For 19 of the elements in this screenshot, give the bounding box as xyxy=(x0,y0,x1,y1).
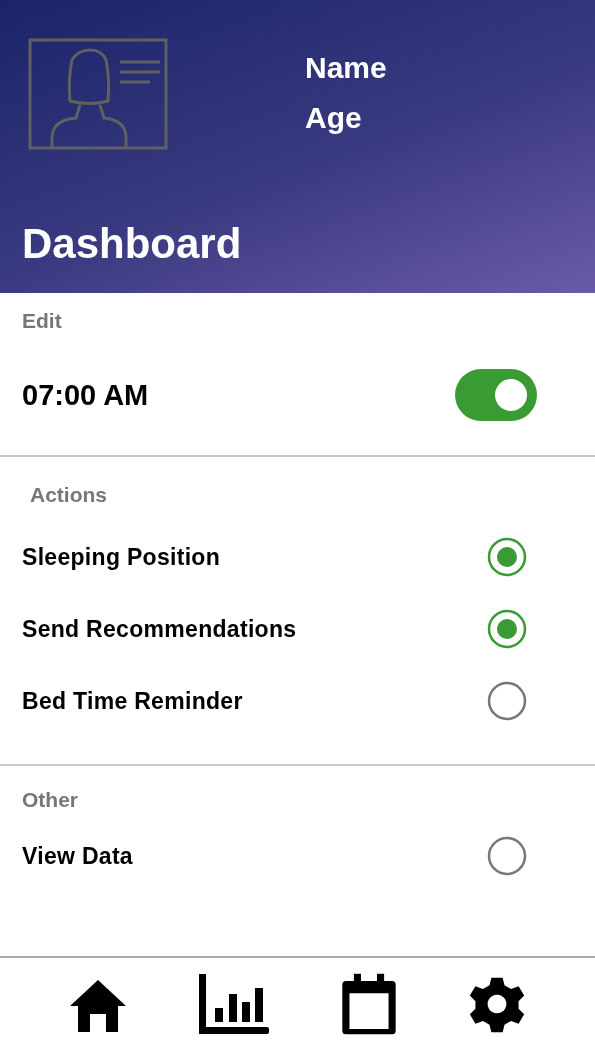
bar-chart-icon[interactable] xyxy=(197,972,272,1036)
section-heading: Edit xyxy=(22,309,63,333)
section-heading: Actions xyxy=(30,483,108,507)
calendar-icon[interactable] xyxy=(339,972,398,1036)
radio-button[interactable] xyxy=(486,680,528,722)
option-label: Send Recommendations xyxy=(22,615,297,643)
radio-button[interactable] xyxy=(486,835,528,877)
age-label: Age xyxy=(305,100,363,136)
radio-button[interactable] xyxy=(486,536,528,578)
profile-card-icon xyxy=(28,38,168,150)
option-label: View Data xyxy=(22,842,133,870)
alarm-time[interactable]: 07:00 AM xyxy=(22,378,149,412)
option-label: Sleeping Position xyxy=(22,543,221,571)
radio-button[interactable] xyxy=(486,608,528,650)
toggle-switch[interactable] xyxy=(455,369,537,421)
page-title: Dashboard xyxy=(22,220,243,268)
name-label: Name xyxy=(305,50,387,86)
section-heading: Other xyxy=(22,788,79,812)
option-label: Bed Time Reminder xyxy=(22,687,243,715)
